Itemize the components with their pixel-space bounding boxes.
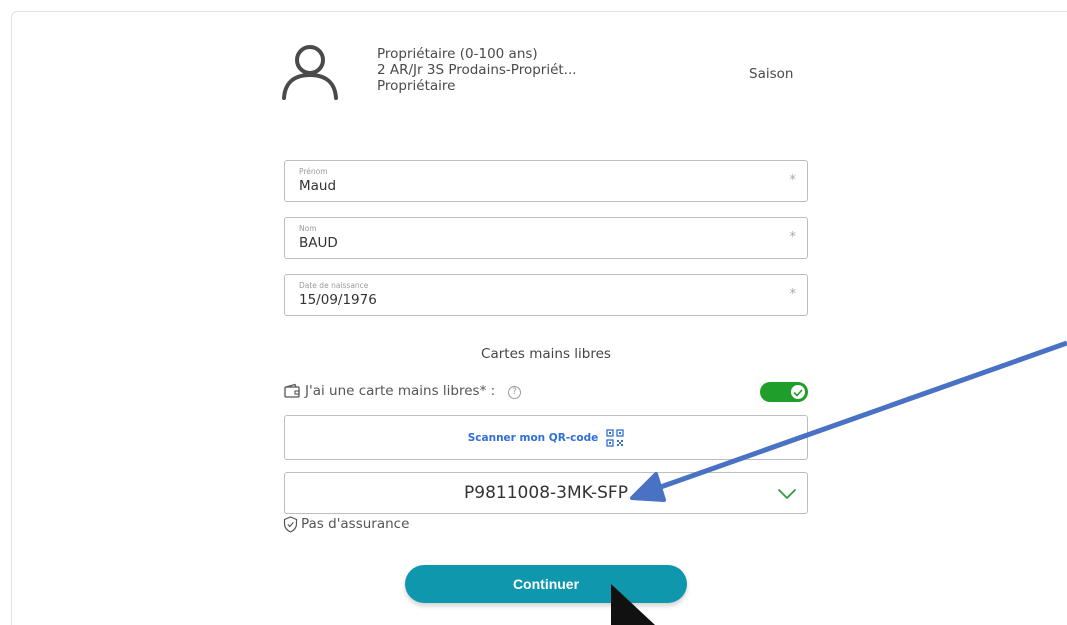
card-number-field[interactable]: P9811008-3MK-SFP: [284, 472, 808, 514]
required-mark: *: [789, 230, 797, 245]
card-number-value[interactable]: P9811008-3MK-SFP: [285, 483, 807, 503]
check-icon: [793, 389, 803, 397]
first-name-field[interactable]: Prénom Maud *: [284, 160, 808, 202]
season-label: Saison: [749, 66, 794, 82]
has-card-toggle[interactable]: [760, 382, 808, 402]
first-name-label: Prénom: [299, 167, 328, 176]
has-card-label: J'ai une carte mains libres* :: [305, 383, 496, 399]
last-name-field[interactable]: Nom BAUD *: [284, 217, 808, 259]
form-card: [11, 11, 1067, 625]
required-mark: *: [789, 287, 797, 302]
has-card-row: J'ai une carte mains libres* : ?: [284, 382, 808, 402]
toggle-knob: [791, 385, 805, 399]
cards-section-title: Cartes mains libres: [481, 346, 611, 362]
wallet-icon: [284, 383, 300, 398]
help-icon[interactable]: ?: [508, 386, 521, 399]
profile-product: 2 AR/Jr 3S Prodains-Propriét...: [377, 62, 577, 78]
user-icon: [282, 45, 338, 100]
birth-date-label: Date de naissance: [299, 281, 369, 290]
insurance-label: Pas d'assurance: [301, 516, 410, 532]
qr-code-icon: [606, 428, 624, 447]
last-name-value[interactable]: BAUD: [299, 235, 338, 251]
shield-check-icon: [283, 516, 298, 533]
profile-role: Propriétaire: [377, 78, 456, 94]
scan-qr-label: Scanner mon QR-code: [467, 431, 599, 444]
valid-check-icon: [778, 489, 796, 499]
continue-button[interactable]: Continuer: [405, 565, 687, 603]
birth-date-field[interactable]: Date de naissance 15/09/1976 *: [284, 274, 808, 316]
scan-qr-button[interactable]: Scanner mon QR-code: [284, 415, 808, 460]
first-name-value[interactable]: Maud: [299, 178, 336, 194]
required-mark: *: [789, 173, 797, 188]
profile-category: Propriétaire (0-100 ans): [377, 46, 538, 62]
birth-date-value[interactable]: 15/09/1976: [299, 292, 377, 308]
last-name-label: Nom: [299, 224, 317, 233]
profile-summary: Propriétaire (0-100 ans) 2 AR/Jr 3S Prod…: [377, 46, 577, 94]
